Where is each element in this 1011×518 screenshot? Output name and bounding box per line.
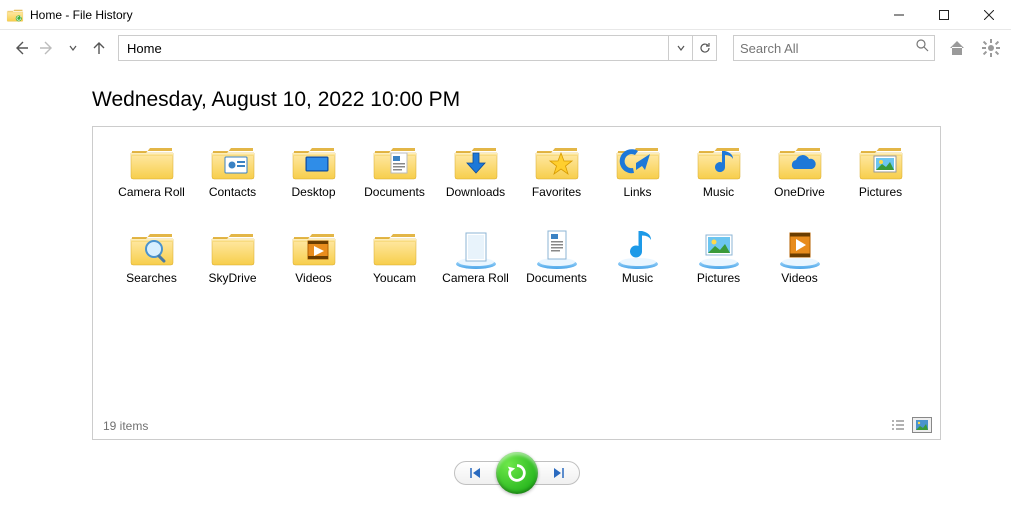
file-item-label: Videos (295, 271, 331, 285)
file-item[interactable]: Searches (111, 227, 192, 313)
address-bar[interactable]: Home (118, 35, 717, 61)
folder-documents-icon (371, 141, 419, 183)
file-item-label: Documents (364, 185, 425, 199)
file-item[interactable]: Documents (354, 141, 435, 227)
library-documents-icon (533, 227, 581, 269)
address-dropdown[interactable] (668, 36, 692, 60)
folder-links-icon (614, 141, 662, 183)
folder-contacts-icon (209, 141, 257, 183)
file-item-label: Pictures (859, 185, 902, 199)
search-icon (916, 39, 929, 57)
file-item-label: OneDrive (774, 185, 825, 199)
file-item[interactable]: SkyDrive (192, 227, 273, 313)
folder-downloads-icon (452, 141, 500, 183)
view-buttons (888, 417, 932, 433)
library-videos-icon (776, 227, 824, 269)
file-item[interactable]: OneDrive (759, 141, 840, 227)
file-item-label: Pictures (697, 271, 740, 285)
file-item-label: Videos (781, 271, 817, 285)
folder-videos-icon (290, 227, 338, 269)
file-item[interactable]: Youcam (354, 227, 435, 313)
file-item[interactable]: Favorites (516, 141, 597, 227)
search-box[interactable] (733, 35, 935, 61)
minimize-button[interactable] (876, 0, 921, 30)
file-item[interactable]: Pictures (678, 227, 759, 313)
folder-searches-icon (128, 227, 176, 269)
file-item-label: SkyDrive (208, 271, 256, 285)
folder-desktop-icon (290, 141, 338, 183)
app-icon (6, 6, 24, 24)
folder-icon (371, 227, 419, 269)
file-item-label: Music (622, 271, 653, 285)
file-item-label: Links (623, 185, 651, 199)
status-item-count: 19 items (103, 419, 148, 433)
close-button[interactable] (966, 0, 1011, 30)
search-input[interactable] (740, 41, 916, 56)
library-icon (452, 227, 500, 269)
file-item[interactable]: Links (597, 141, 678, 227)
restore-button[interactable] (496, 452, 538, 494)
history-dropdown[interactable] (62, 34, 84, 62)
file-item[interactable]: Desktop (273, 141, 354, 227)
file-item-label: Contacts (209, 185, 256, 199)
footer-controls (92, 452, 941, 494)
home-icon[interactable] (945, 36, 969, 60)
file-item-label: Searches (126, 271, 177, 285)
file-item-label: Youcam (373, 271, 416, 285)
maximize-button[interactable] (921, 0, 966, 30)
file-item-label: Favorites (532, 185, 581, 199)
file-item[interactable]: Music (678, 141, 759, 227)
navbar: Home (0, 30, 1011, 66)
file-item[interactable]: Camera Roll (111, 141, 192, 227)
file-item-label: Camera Roll (442, 271, 509, 285)
refresh-button[interactable] (692, 36, 716, 60)
library-pictures-icon (695, 227, 743, 269)
folder-icon (209, 227, 257, 269)
file-item[interactable]: Documents (516, 227, 597, 313)
file-item[interactable]: Downloads (435, 141, 516, 227)
file-item-label: Music (703, 185, 734, 199)
view-large-icons-button[interactable] (912, 417, 932, 433)
folder-pictures-icon (857, 141, 905, 183)
file-item[interactable]: Camera Roll (435, 227, 516, 313)
library-music-icon (614, 227, 662, 269)
back-button[interactable] (10, 34, 32, 62)
folder-icon (128, 141, 176, 183)
file-item-label: Desktop (291, 185, 335, 199)
file-item[interactable]: Pictures (840, 141, 921, 227)
file-item[interactable]: Music (597, 227, 678, 313)
file-item[interactable]: Videos (759, 227, 840, 313)
file-item-label: Documents (526, 271, 587, 285)
file-item-label: Camera Roll (118, 185, 185, 199)
address-path[interactable]: Home (119, 36, 668, 60)
file-item[interactable]: Contacts (192, 141, 273, 227)
titlebar: Home - File History (0, 0, 1011, 30)
settings-gear-icon[interactable] (979, 36, 1003, 60)
view-details-button[interactable] (888, 417, 908, 433)
file-item[interactable]: Videos (273, 227, 354, 313)
main-content: Wednesday, August 10, 2022 10:00 PM Came… (0, 66, 1011, 504)
snapshot-timestamp: Wednesday, August 10, 2022 10:00 PM (92, 88, 941, 112)
folder-music-icon (695, 141, 743, 183)
file-grid: Camera Roll Contacts Desktop Documents D… (111, 141, 930, 313)
file-pane: Camera Roll Contacts Desktop Documents D… (92, 126, 941, 440)
up-button[interactable] (88, 34, 110, 62)
folder-favorites-icon (533, 141, 581, 183)
folder-onedrive-icon (776, 141, 824, 183)
forward-button[interactable] (36, 34, 58, 62)
window-title: Home - File History (30, 8, 133, 22)
file-item-label: Downloads (446, 185, 505, 199)
